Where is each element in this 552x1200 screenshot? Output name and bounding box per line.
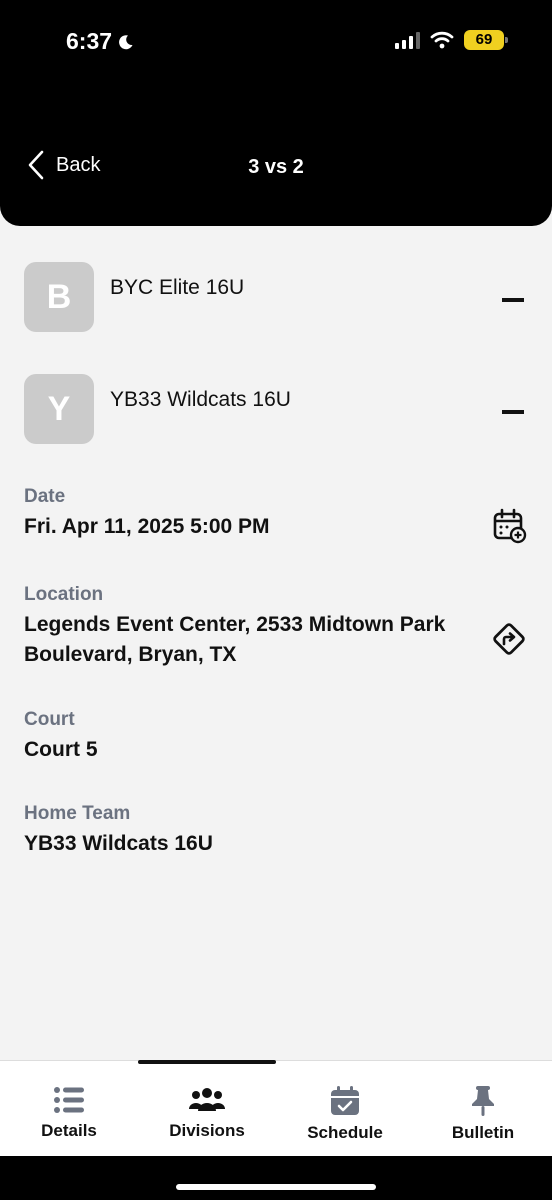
court-label: Court	[24, 709, 75, 730]
court-field: Court Court 5	[24, 709, 528, 765]
tab-schedule[interactable]: Schedule	[276, 1085, 414, 1143]
date-label: Date	[24, 486, 66, 507]
tab-label: Bulletin	[451, 1123, 515, 1142]
date-value: Fri. Apr 11, 2025 5:00 PM	[24, 515, 270, 538]
status-indicators: 69	[395, 30, 508, 50]
team-avatar: B	[24, 262, 94, 332]
team-score	[502, 298, 524, 302]
team-row-1[interactable]: B BYC Elite 16U	[24, 262, 528, 334]
tab-divisions[interactable]: Divisions	[138, 1085, 276, 1141]
list-icon	[54, 1087, 84, 1113]
home-indicator-area	[0, 1156, 552, 1200]
team-name: BYC Elite 16U	[110, 276, 245, 299]
home-team-value: YB33 Wildcats 16U	[24, 832, 213, 855]
home-team-label: Home Team	[24, 803, 131, 824]
wifi-icon	[430, 31, 454, 49]
status-time: 6:37	[66, 28, 134, 55]
team-avatar: Y	[24, 374, 94, 444]
location-field: Location Legends Event Center, 2533 Midt…	[24, 584, 528, 670]
directions-icon[interactable]	[490, 620, 528, 663]
home-indicator[interactable]	[176, 1184, 376, 1190]
cellular-signal-icon	[395, 31, 420, 49]
tab-label: Divisions	[169, 1121, 245, 1140]
active-tab-indicator	[138, 1060, 276, 1064]
app-header: 6:37 69 Back 3 vs 2	[0, 0, 552, 226]
clock-text: 6:37	[66, 28, 113, 54]
home-team-field: Home Team YB33 Wildcats 16U	[24, 803, 528, 859]
tab-label: Details	[41, 1121, 97, 1140]
location-value: Legends Event Center, 2533 Midtown Park …	[24, 613, 446, 666]
team-name: YB33 Wildcats 16U	[110, 388, 291, 411]
people-icon	[189, 1088, 225, 1111]
tab-details[interactable]: Details	[0, 1085, 138, 1141]
tab-label: Schedule	[307, 1123, 383, 1142]
moon-icon	[119, 34, 133, 49]
page-title: 3 vs 2	[248, 156, 304, 178]
team-score	[502, 410, 524, 414]
battery-indicator: 69	[464, 30, 508, 50]
tab-bulletin[interactable]: Bulletin	[414, 1085, 552, 1143]
location-label: Location	[24, 584, 104, 605]
bottom-tab-bar: Details Divisions Schedule Bulletin	[0, 1060, 552, 1156]
pin-icon	[472, 1086, 494, 1116]
court-value: Court 5	[24, 738, 98, 761]
date-field: Date Fri. Apr 11, 2025 5:00 PM	[24, 486, 528, 544]
add-to-calendar-icon[interactable]	[492, 508, 528, 549]
calendar-check-icon	[331, 1086, 359, 1115]
team-row-2[interactable]: Y YB33 Wildcats 16U	[24, 374, 528, 446]
